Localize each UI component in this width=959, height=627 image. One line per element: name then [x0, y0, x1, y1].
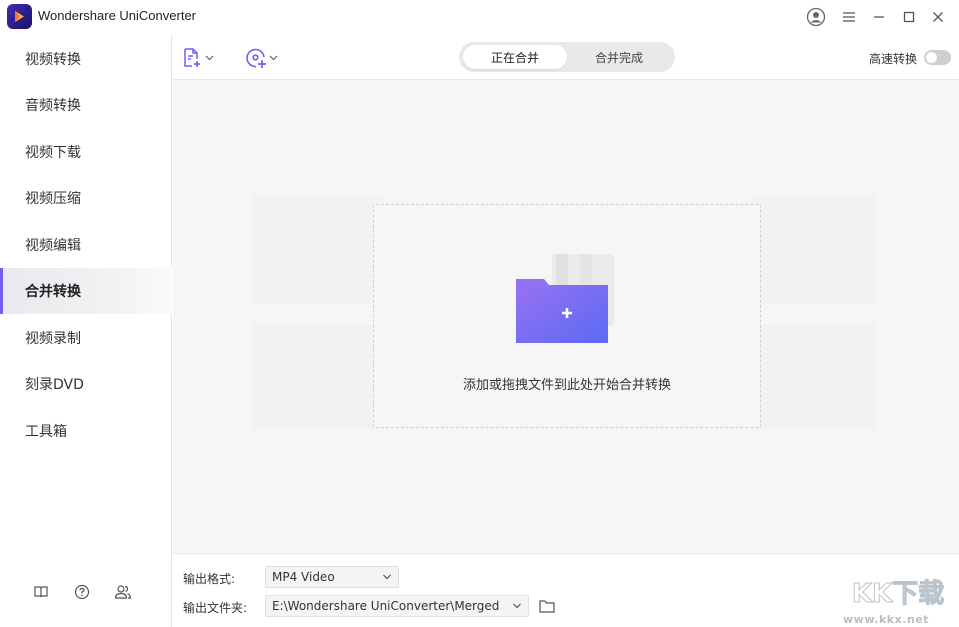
add-file-icon [184, 48, 200, 67]
output-folder-value: E:\Wondershare UniConverter\Merged [272, 599, 500, 613]
sidebar-item-burn-dvd[interactable]: 刻录DVD [0, 361, 172, 407]
drop-zone-hint: 添加或拖拽文件到此处开始合并转换 [462, 378, 671, 393]
sidebar-item-label: 合并转换 [25, 284, 81, 300]
close-icon[interactable] [927, 6, 949, 28]
minimize-icon[interactable] [868, 6, 890, 28]
app-logo [7, 4, 32, 29]
toolbar: 正在合并 合并完成 高速转换 [173, 34, 959, 80]
sidebar-item-merge-convert[interactable]: 合并转换 [0, 268, 172, 314]
watermark: KK下载 www.kkx.net [840, 572, 959, 627]
chevron-down-icon [269, 55, 278, 61]
merge-content-area: 添加或拖拽文件到此处开始合并转换 [173, 81, 959, 553]
sidebar: 视频转换 音频转换 视频下载 视频压缩 视频编辑 合并转换 视频录制 刻录DVD… [0, 34, 172, 627]
chevron-down-icon [383, 574, 391, 580]
sidebar-item-label: 工具箱 [25, 424, 67, 440]
add-disc-icon [246, 48, 266, 68]
output-format-value: MP4 Video [272, 570, 335, 584]
chevron-down-icon [513, 603, 521, 609]
output-format-label: 输出格式: [183, 572, 236, 586]
sidebar-item-video-convert[interactable]: 视频转换 [0, 36, 172, 82]
app-title: Wondershare UniConverter [38, 8, 196, 23]
book-icon[interactable] [30, 581, 52, 603]
sidebar-item-video-edit[interactable]: 视频编辑 [0, 222, 172, 268]
add-folder-icon [516, 254, 614, 343]
sidebar-item-label: 刻录DVD [25, 377, 84, 393]
high-speed-label: 高速转换 [869, 52, 918, 66]
sidebar-item-label: 视频编辑 [25, 238, 81, 254]
add-file-button[interactable] [183, 45, 214, 71]
background-placeholder [751, 324, 875, 429]
sidebar-item-label: 音频转换 [25, 98, 81, 114]
open-folder-icon[interactable] [539, 599, 555, 613]
sidebar-footer [0, 581, 172, 603]
sidebar-item-audio-convert[interactable]: 音频转换 [0, 82, 172, 128]
tab-merged[interactable]: 合并完成 [567, 45, 671, 69]
sidebar-item-label: 视频压缩 [25, 191, 81, 207]
watermark-url: www.kkx.net [843, 613, 929, 626]
sidebar-item-label: 视频转换 [25, 52, 81, 68]
sidebar-item-video-download[interactable]: 视频下载 [0, 129, 172, 175]
menu-icon[interactable] [838, 6, 860, 28]
high-speed-toggle[interactable] [924, 50, 951, 65]
users-icon[interactable] [112, 581, 134, 603]
toggle-knob [926, 52, 937, 63]
title-bar: Wondershare UniConverter [0, 0, 959, 34]
background-placeholder [253, 324, 383, 429]
drop-zone[interactable]: 添加或拖拽文件到此处开始合并转换 [373, 204, 761, 428]
output-folder-label: 输出文件夹: [183, 601, 248, 615]
maximize-icon[interactable] [898, 6, 920, 28]
main-panel: 正在合并 合并完成 高速转换 添加或拖拽文件到此处开始合并转换 输出格式: MP… [173, 34, 959, 627]
tab-merging[interactable]: 正在合并 [463, 45, 567, 69]
sidebar-item-label: 视频下载 [25, 145, 81, 161]
sidebar-item-label: 视频录制 [25, 331, 81, 347]
account-icon[interactable] [805, 6, 827, 28]
output-format-select[interactable]: MP4 Video [265, 566, 399, 588]
background-placeholder [253, 194, 383, 304]
add-disc-button[interactable] [245, 45, 278, 71]
chevron-down-icon [205, 55, 214, 61]
output-folder-select[interactable]: E:\Wondershare UniConverter\Merged [265, 595, 529, 617]
help-icon[interactable] [71, 581, 93, 603]
sidebar-item-toolbox[interactable]: 工具箱 [0, 408, 172, 454]
merge-status-tabs: 正在合并 合并完成 [459, 42, 675, 72]
watermark-text: KK下载 [852, 579, 944, 609]
background-placeholder [751, 194, 875, 304]
sidebar-item-video-record[interactable]: 视频录制 [0, 315, 172, 361]
sidebar-item-video-compress[interactable]: 视频压缩 [0, 175, 172, 221]
